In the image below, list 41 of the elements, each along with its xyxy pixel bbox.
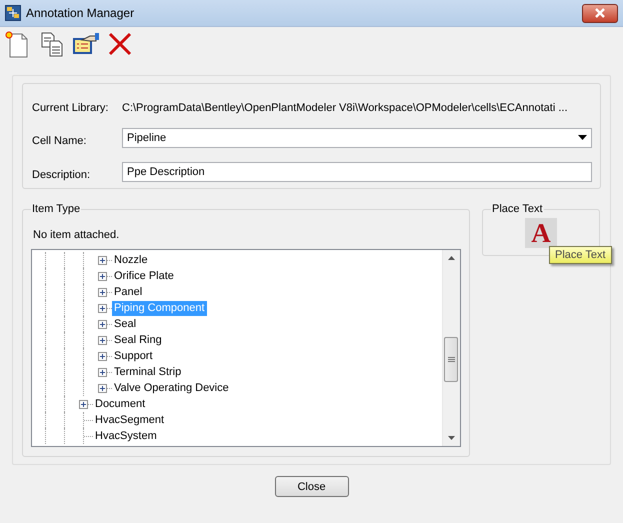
- tree-item[interactable]: Support: [112, 348, 155, 364]
- library-path: C:\ProgramData\Bentley\OpenPlantModeler V8i\Workspace\OPModeler\cells\ECAnnotati ...: [122, 102, 568, 114]
- expand-icon[interactable]: [98, 352, 107, 360]
- expand-icon[interactable]: [98, 384, 107, 392]
- group-title: Item Type: [31, 203, 82, 215]
- window-title: Annotation Manager: [26, 6, 136, 20]
- field-label: Description:: [32, 169, 92, 182]
- scroll-thumb[interactable]: [444, 337, 458, 382]
- expand-icon[interactable]: [98, 256, 107, 264]
- description-field[interactable]: Ppe Description: [122, 162, 592, 182]
- field-label: Cell Name:: [32, 134, 88, 147]
- close-icon[interactable]: [582, 4, 618, 22]
- status-text: No item attached.: [33, 229, 120, 241]
- delete-icon[interactable]: [106, 30, 134, 58]
- tree-item[interactable]: Orifice Plate: [112, 268, 176, 284]
- tree-item[interactable]: Valve Operating Device: [112, 380, 231, 396]
- expand-icon[interactable]: [98, 368, 107, 376]
- tree-item[interactable]: Panel: [112, 284, 144, 300]
- expand-icon[interactable]: [98, 336, 107, 344]
- expand-icon[interactable]: [79, 400, 88, 408]
- expand-icon[interactable]: [98, 288, 107, 296]
- tree-item[interactable]: Nozzle: [112, 252, 150, 268]
- expand-icon[interactable]: [98, 320, 107, 328]
- app-icon: [5, 5, 21, 21]
- tree-item[interactable]: Seal Ring: [112, 332, 164, 348]
- tree-view[interactable]: Nozzle Orifice Plate Panel Piping Component Seal Seal Ring Support Terminal Strip Valve Operating Device Document HvacSegment HvacSystem: [31, 249, 461, 447]
- tree-item[interactable]: Document: [93, 396, 148, 412]
- tooltip: Place Text: [549, 246, 612, 264]
- place-text-button[interactable]: A: [525, 218, 557, 248]
- field-label: Current Library:: [32, 102, 110, 114]
- expand-icon[interactable]: [98, 304, 107, 312]
- tree-item[interactable]: HvacSystem: [93, 428, 159, 444]
- tree-item[interactable]: HvacSegment: [93, 412, 166, 428]
- tree-item[interactable]: Seal: [112, 316, 138, 332]
- cell-name-dropdown[interactable]: Pipeline: [122, 128, 592, 148]
- dropdown-caret-icon: [578, 135, 587, 140]
- expand-icon[interactable]: [98, 272, 107, 280]
- scrollbar[interactable]: [442, 250, 460, 446]
- tree-item[interactable]: Terminal Strip: [112, 364, 184, 380]
- group-title: Place Text: [491, 203, 544, 215]
- close-button[interactable]: Close: [274, 476, 348, 497]
